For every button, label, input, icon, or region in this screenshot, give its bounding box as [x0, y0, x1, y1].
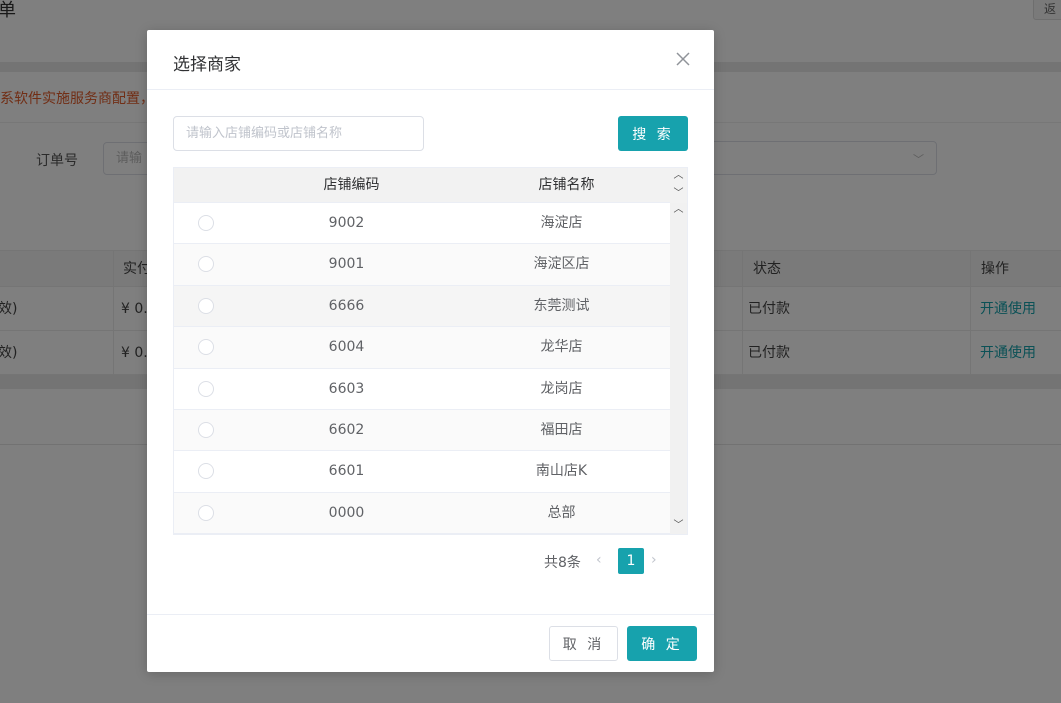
store-name: 海淀区店 — [533, 256, 590, 273]
store-code: 6602 — [328, 421, 365, 438]
table-row[interactable]: 9002 海淀店 — [174, 203, 670, 245]
store-name: 总部 — [547, 504, 576, 521]
table-row[interactable]: 6601 南山店K — [174, 451, 670, 493]
store-name: 海淀店 — [540, 215, 583, 231]
scroll-up-icon[interactable]: ︿ — [670, 169, 687, 183]
table-scrollbar[interactable]: ︿ ﹀ — [670, 203, 687, 534]
store-code: 6666 — [328, 297, 365, 314]
store-code: 6603 — [328, 380, 365, 397]
search-button[interactable]: 搜 索 — [618, 116, 688, 151]
store-name: 南山店K — [535, 463, 588, 480]
table-row[interactable]: 0000 总部 — [174, 492, 670, 534]
row-radio[interactable] — [198, 421, 214, 438]
scroll-down-icon[interactable]: ﹀ — [670, 187, 687, 201]
store-search-input[interactable] — [173, 116, 424, 151]
store-code: 6004 — [328, 339, 365, 356]
dialog-title: 选择商家 — [173, 55, 241, 75]
cancel-button[interactable]: 取 消 — [549, 626, 618, 661]
scroll-down-icon[interactable]: ﹀ — [670, 519, 687, 533]
select-merchant-dialog: 选择商家 搜 索 店铺编码 店铺名称 ︿ ﹀ 9002 海淀店 — [147, 30, 714, 672]
row-radio[interactable] — [198, 463, 214, 480]
header-store-name: 店铺名称 — [538, 177, 595, 193]
scroll-up-icon[interactable]: ︿ — [670, 203, 687, 217]
store-code: 6601 — [328, 463, 365, 480]
scrollbar-header: ︿ ﹀ — [670, 168, 687, 203]
chevron-right-icon[interactable]: › — [651, 552, 657, 568]
row-radio[interactable] — [198, 504, 214, 521]
table-row[interactable]: 6004 龙华店 — [174, 327, 670, 369]
row-radio[interactable] — [198, 256, 214, 273]
close-icon[interactable] — [674, 50, 692, 68]
chevron-left-icon[interactable]: ‹ — [596, 552, 602, 568]
row-radio[interactable] — [198, 380, 214, 397]
footer-divider — [147, 614, 714, 615]
store-table: 店铺编码 店铺名称 ︿ ﹀ 9002 海淀店 9001 海淀区店 6666 东莞… — [173, 167, 688, 535]
table-row[interactable]: 6666 东莞测试 — [174, 285, 670, 328]
store-table-header: 店铺编码 店铺名称 — [174, 168, 687, 203]
page-number[interactable]: 1 — [618, 548, 644, 574]
store-name: 福田店 — [540, 421, 583, 438]
confirm-button[interactable]: 确 定 — [627, 626, 697, 661]
dialog-header: 选择商家 — [147, 30, 714, 90]
store-name: 龙岗店 — [540, 380, 583, 397]
row-radio[interactable] — [198, 297, 214, 314]
table-row[interactable]: 9001 海淀区店 — [174, 244, 670, 286]
store-code: 9001 — [328, 256, 365, 273]
store-code: 0000 — [328, 504, 365, 521]
table-row[interactable]: 6602 福田店 — [174, 409, 670, 452]
store-name: 龙华店 — [540, 339, 583, 356]
store-name: 东莞测试 — [533, 297, 590, 314]
row-radio[interactable] — [198, 215, 214, 231]
header-store-code: 店铺编码 — [323, 177, 380, 193]
store-code: 9002 — [328, 215, 365, 231]
row-radio[interactable] — [198, 339, 214, 356]
pagination-total: 共8条 — [544, 555, 581, 571]
table-row[interactable]: 6603 龙岗店 — [174, 368, 670, 410]
store-table-body: 9002 海淀店 9001 海淀区店 6666 东莞测试 6004 龙华店 66… — [174, 203, 670, 534]
